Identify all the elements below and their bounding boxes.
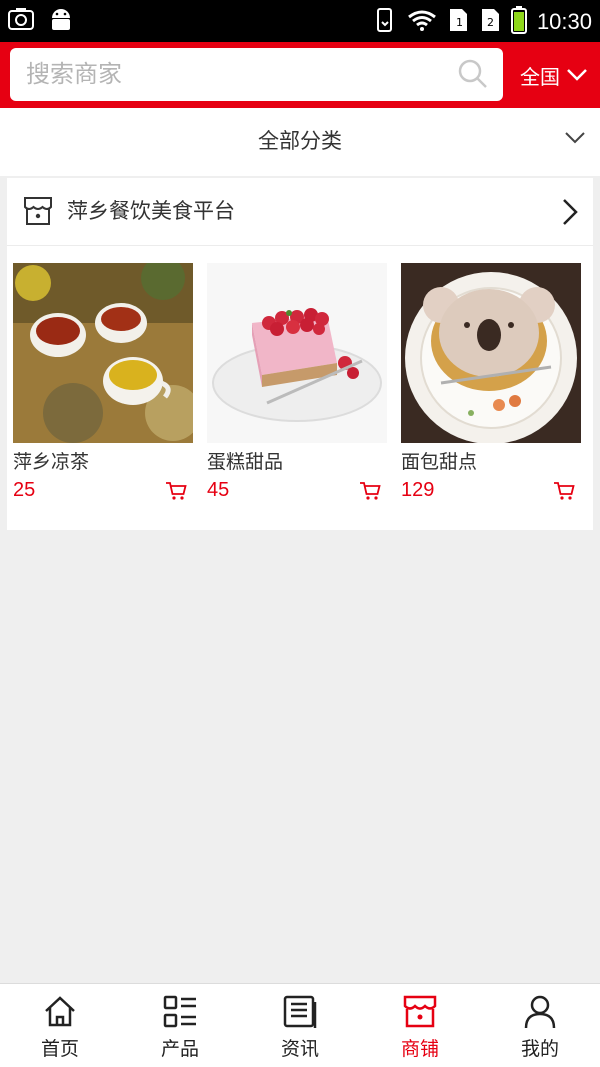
header: 搜索商家 全国: [0, 42, 600, 108]
search-placeholder: 搜索商家: [26, 60, 122, 88]
nav-item-news[interactable]: 资讯: [240, 984, 360, 1067]
news-icon: [282, 994, 318, 1034]
product-item[interactable]: 面包甜点 129: [401, 263, 581, 513]
product-name: 蛋糕甜品: [207, 451, 284, 473]
wifi-icon: [407, 8, 437, 36]
nav-label: 我的: [520, 1038, 559, 1060]
shop-icon: [402, 994, 438, 1034]
nav-label: 资讯: [280, 1038, 319, 1060]
product-list: 萍乡凉茶 25 蛋糕甜品 45 面包甜点 129: [13, 263, 587, 513]
svg-text:2: 2: [487, 16, 494, 29]
store-name: 萍乡餐饮美食平台: [67, 199, 235, 223]
nav-item-me[interactable]: 我的: [480, 984, 600, 1067]
nav-item-shops[interactable]: 商铺: [360, 984, 480, 1067]
store-header[interactable]: 萍乡餐饮美食平台: [7, 178, 593, 246]
product-name: 面包甜点: [401, 451, 478, 473]
product-price: 129: [401, 479, 435, 501]
product-image-dessert[interactable]: [401, 263, 581, 443]
region-label: 全国: [520, 64, 560, 89]
sim2-icon: 2: [479, 7, 501, 37]
battery-icon: [510, 6, 527, 38]
product-price: 25: [13, 479, 36, 501]
list-icon: [162, 994, 198, 1034]
store-card: 萍乡餐饮美食平台 萍乡凉茶 25 蛋糕甜品 45 面包甜点 129: [7, 178, 593, 530]
sim1-icon: 1: [447, 7, 469, 37]
chevron-right-icon: [561, 197, 579, 231]
nav-item-home[interactable]: 首页: [0, 984, 120, 1067]
nav-item-products[interactable]: 产品: [120, 984, 240, 1067]
screenshot-icon: [8, 7, 34, 35]
region-selector[interactable]: 全国: [520, 42, 588, 108]
vibrate-icon: [373, 7, 397, 37]
user-icon: [522, 994, 558, 1034]
chevron-down-icon: [564, 130, 586, 149]
nav-label: 首页: [40, 1038, 79, 1060]
nav-label: 商铺: [400, 1038, 439, 1060]
android-icon: [48, 6, 74, 36]
nav-label: 产品: [160, 1038, 199, 1060]
chevron-down-icon: [566, 63, 588, 87]
category-label: 全部分类: [258, 129, 342, 153]
product-item[interactable]: 蛋糕甜品 45: [207, 263, 387, 513]
search-icon[interactable]: [457, 58, 489, 94]
product-image-cake[interactable]: [207, 263, 387, 443]
category-dropdown[interactable]: 全部分类: [0, 108, 600, 176]
status-bar: 1 2 10:30: [0, 0, 600, 42]
store-icon: [22, 195, 54, 231]
cart-icon[interactable]: [359, 481, 381, 505]
home-icon: [42, 994, 78, 1034]
product-price: 45: [207, 479, 230, 501]
cart-icon[interactable]: [553, 481, 575, 505]
cart-icon[interactable]: [165, 481, 187, 505]
svg-text:1: 1: [456, 16, 463, 29]
product-item[interactable]: 萍乡凉茶 25: [13, 263, 193, 513]
bottom-nav: 首页 产品 资讯 商铺 我的: [0, 983, 600, 1067]
product-image-tea[interactable]: [13, 263, 193, 443]
clock: 10:30: [536, 9, 592, 34]
product-name: 萍乡凉茶: [13, 451, 90, 473]
search-input[interactable]: 搜索商家: [10, 48, 503, 101]
